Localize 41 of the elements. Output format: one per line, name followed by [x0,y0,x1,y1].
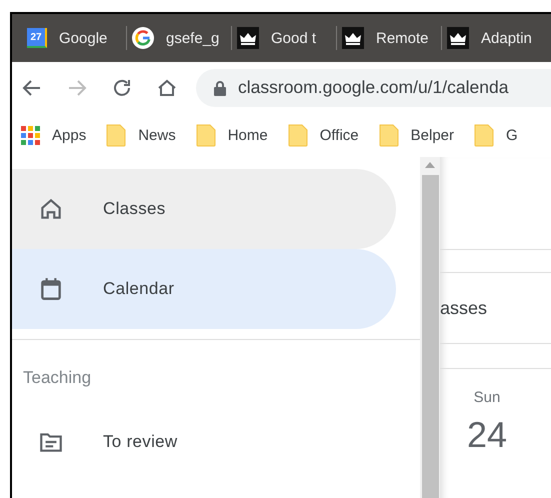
sidebar-item[interactable]: Classes [12,169,396,249]
bookmark[interactable]: G [474,123,518,147]
scrollbar-thumb[interactable] [422,175,438,498]
tab-title: Remote [376,30,429,46]
class-filter[interactable]: asses [440,298,488,318]
date-number: 24 [466,414,508,456]
bookmark[interactable]: Apps [21,126,86,144]
tab-title: Adaptin [481,30,532,46]
bookmark[interactable]: Home [196,123,268,147]
crown-icon [237,27,259,49]
scrollbar[interactable] [420,157,440,498]
sidebar-item[interactable]: To review [12,412,396,472]
bookmark[interactable]: Office [288,123,359,147]
browser-tab[interactable]: 27 Google [22,26,127,50]
tab-title: gsefe_g [166,30,220,46]
sidebar-item[interactable]: Calendar [12,249,396,329]
address-bar[interactable]: classroom.google.com/u/1/calenda [196,68,551,106]
crown-icon [342,27,364,49]
url-text: classroom.google.com/u/1/calenda [238,77,508,98]
browser-tab[interactable]: gsefe_g [127,26,232,50]
tab-title: Google [59,30,108,46]
folder-icon [378,123,399,147]
folder-icon [196,123,216,147]
folder-icon [474,123,494,147]
calendar-icon [38,276,64,302]
date-number: 27 [30,32,42,42]
folder-icon [106,123,126,147]
folder-icon [288,123,308,147]
browser-tab[interactable]: Good t [232,26,337,50]
bookmark[interactable]: News [106,123,176,147]
tab-title: Good t [271,30,316,46]
bookmark[interactable]: Belper [378,123,454,147]
letter-g-icon [132,27,154,49]
scroll-up-icon[interactable] [425,162,435,169]
weekday-label: Sun [474,389,500,406]
section-heading: Teaching [22,367,92,389]
browser-tab[interactable]: Adaptin [442,26,546,50]
grid-icon [21,126,40,144]
browser-tab[interactable]: Remote [337,26,442,50]
crown-icon [447,27,469,49]
lock-icon [214,80,226,96]
